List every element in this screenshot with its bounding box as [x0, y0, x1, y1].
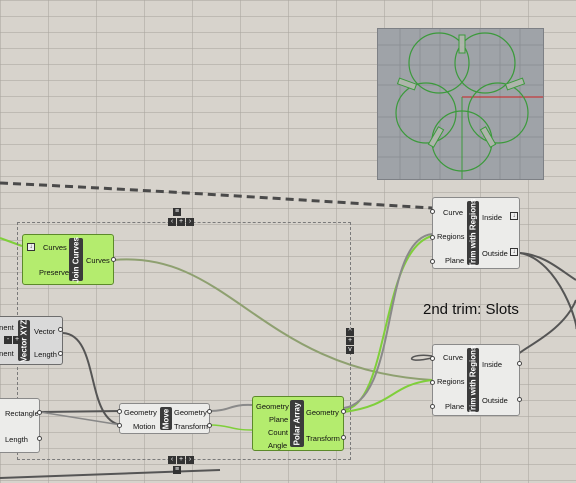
- cluster-control-icon[interactable]: +: [346, 337, 354, 345]
- join-curves-input-curves[interactable]: Curves: [43, 243, 67, 252]
- trim-1-output-outside[interactable]: Outside: [482, 249, 508, 258]
- trim-with-regions-2-component[interactable]: Curve Regions Plane Trim with Regions In…: [430, 344, 522, 416]
- trim-1-input-curve[interactable]: Curve: [443, 208, 463, 217]
- trim-2-output-outside[interactable]: Outside: [482, 396, 508, 405]
- output-port[interactable]: [341, 409, 346, 414]
- trim-2-input-regions[interactable]: Regions: [437, 377, 465, 386]
- cluster-control-icon[interactable]: +: [13, 336, 21, 344]
- download-arrow-icon[interactable]: ↓: [27, 243, 35, 251]
- trim-2-title-bar[interactable]: Trim with Regions: [467, 345, 479, 415]
- output-port[interactable]: [207, 423, 212, 428]
- cluster-control-bottom-2[interactable]: ≡: [173, 466, 181, 474]
- input-port[interactable]: [430, 356, 435, 361]
- move-output-transform[interactable]: Transform: [174, 422, 208, 431]
- trim-2-input-plane[interactable]: Plane: [445, 402, 464, 411]
- move-output-geometry[interactable]: Geometry: [174, 408, 207, 417]
- polar-array-component[interactable]: Geometry Plane Count Angle Polar Array G…: [252, 396, 346, 451]
- output-port[interactable]: [207, 409, 212, 414]
- join-curves-output-curves[interactable]: Curves: [86, 256, 110, 265]
- polar-array-title-bar[interactable]: Polar Array: [290, 400, 304, 447]
- input-port[interactable]: [430, 404, 435, 409]
- polar-array-input-plane[interactable]: Plane: [269, 415, 288, 424]
- rectangle-output-rectangle[interactable]: Rectangle: [5, 409, 39, 418]
- output-port[interactable]: [37, 410, 42, 415]
- join-curves-input-preserve[interactable]: Preserve: [39, 268, 69, 277]
- cluster-control-bottom[interactable]: ‹ + ›: [168, 456, 194, 464]
- cluster-control-icon[interactable]: +: [177, 456, 185, 464]
- polar-array-input-geometry[interactable]: Geometry: [256, 402, 289, 411]
- vector-xyz-output-length[interactable]: Length: [34, 350, 57, 359]
- cluster-control-icon[interactable]: ›: [186, 456, 194, 464]
- input-port[interactable]: [430, 380, 435, 385]
- cluster-control-icon[interactable]: ^: [346, 328, 354, 336]
- trim-2-output-inside[interactable]: Inside: [482, 360, 502, 369]
- output-port[interactable]: [341, 435, 346, 440]
- input-port[interactable]: [430, 235, 435, 240]
- trim-1-input-regions[interactable]: Regions: [437, 232, 465, 241]
- trim-1-title: Trim with Regions: [468, 198, 478, 268]
- vector-xyz-output-vector[interactable]: Vector: [34, 327, 55, 336]
- output-port[interactable]: [58, 327, 63, 332]
- vector-xyz-input-z[interactable]: onent: [0, 349, 14, 358]
- cluster-control-top-row[interactable]: ‹ + ›: [168, 218, 194, 226]
- download-arrow-icon[interactable]: ↓: [510, 248, 518, 256]
- trim-1-title-bar[interactable]: Trim with Regions: [467, 198, 479, 268]
- move-title-bar[interactable]: Move: [160, 407, 172, 430]
- cluster-control-icon[interactable]: ‹: [168, 456, 176, 464]
- output-port[interactable]: [111, 257, 116, 262]
- trim-2-input-curve[interactable]: Curve: [443, 353, 463, 362]
- input-port[interactable]: [117, 409, 122, 414]
- trim-with-regions-1-component[interactable]: Curve Regions Plane Trim with Regions In…: [430, 197, 520, 269]
- rectangle-output-length[interactable]: Length: [5, 435, 28, 444]
- cluster-control-right[interactable]: ^ + v: [346, 328, 354, 354]
- move-input-geometry[interactable]: Geometry: [124, 408, 157, 417]
- rhino-viewport-preview: [377, 28, 544, 180]
- trim-2-title: Trim with Regions: [468, 345, 478, 415]
- cluster-control-icon[interactable]: ≡: [173, 208, 181, 216]
- rectangle-component[interactable]: Rectangle Length: [0, 398, 42, 453]
- trim-1-input-plane[interactable]: Plane: [445, 256, 464, 265]
- move-component[interactable]: Geometry Motion Move Geometry Transform: [117, 403, 212, 434]
- cluster-control-icon[interactable]: ≡: [173, 466, 181, 474]
- scribble-note: 2nd trim: Slots: [423, 301, 519, 318]
- join-curves-title-bar[interactable]: Join Curves: [69, 236, 83, 283]
- input-port[interactable]: [430, 209, 435, 214]
- polar-array-input-angle[interactable]: Angle: [268, 441, 287, 450]
- polar-array-output-transform[interactable]: Transform: [306, 434, 340, 443]
- download-arrow-icon[interactable]: ↓: [510, 212, 518, 220]
- cluster-control-icon[interactable]: +: [177, 218, 185, 226]
- viewport-geometry: [378, 29, 543, 179]
- join-curves-title: Join Curves: [71, 236, 81, 283]
- join-curves-component[interactable]: ↓ Curves Preserve Join Curves Curves: [22, 234, 116, 285]
- vector-xyz-input-x[interactable]: onent: [0, 323, 14, 332]
- polar-array-input-count[interactable]: Count: [268, 428, 288, 437]
- cluster-control-icon[interactable]: ‹: [168, 218, 176, 226]
- output-port[interactable]: [37, 436, 42, 441]
- polar-array-output-geometry[interactable]: Geometry: [306, 408, 339, 417]
- polar-array-title: Polar Array: [292, 402, 302, 445]
- cluster-control-icon[interactable]: ›: [186, 218, 194, 226]
- output-port[interactable]: [517, 397, 522, 402]
- output-port[interactable]: [517, 361, 522, 366]
- cluster-control-top[interactable]: ≡: [173, 208, 181, 216]
- output-port[interactable]: [58, 351, 63, 356]
- input-port[interactable]: [430, 259, 435, 264]
- input-port[interactable]: [117, 423, 122, 428]
- trim-1-output-inside[interactable]: Inside: [482, 213, 502, 222]
- move-title: Move: [161, 408, 171, 429]
- cluster-control-icon[interactable]: v: [346, 346, 354, 354]
- cluster-control-icon[interactable]: -: [4, 336, 12, 344]
- vector-xyz-cluster-control[interactable]: - +: [4, 336, 21, 344]
- move-input-motion[interactable]: Motion: [133, 422, 156, 431]
